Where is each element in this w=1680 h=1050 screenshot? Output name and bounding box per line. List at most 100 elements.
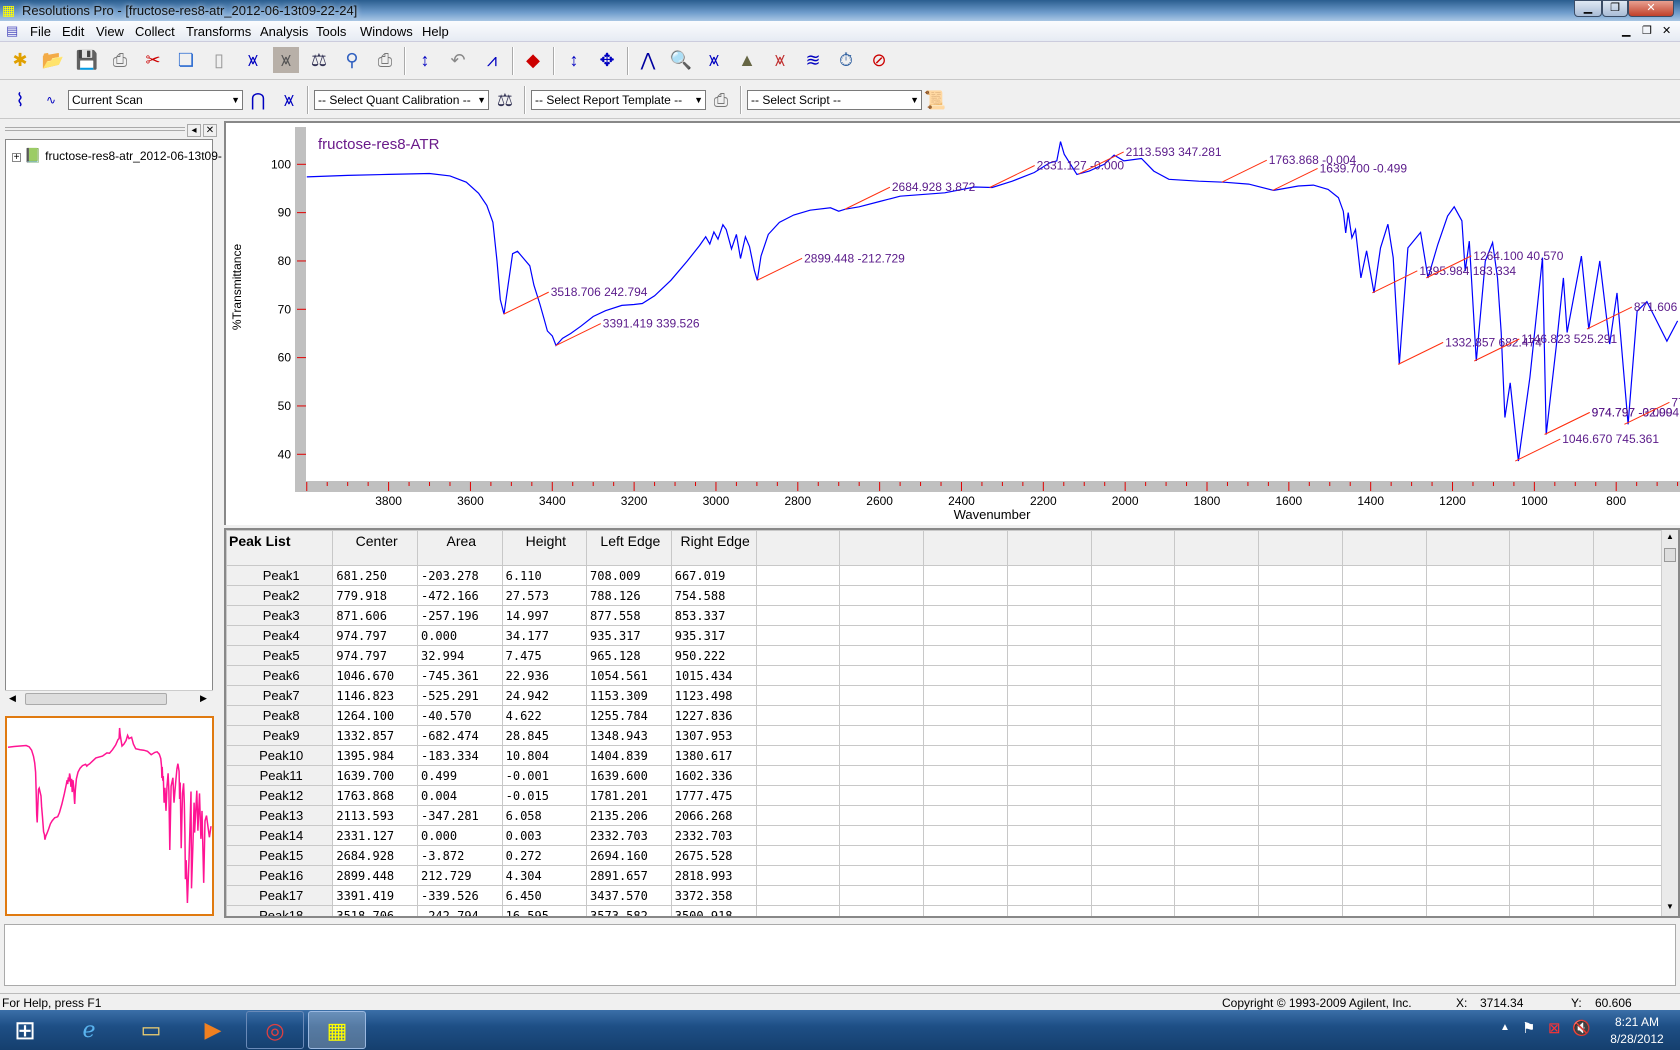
empty-cell[interactable] bbox=[923, 565, 1008, 586]
table-cell[interactable]: 974.797 bbox=[332, 625, 418, 646]
empty-cell[interactable] bbox=[1006, 645, 1092, 666]
empty-cell[interactable] bbox=[1425, 745, 1511, 766]
empty-cell[interactable] bbox=[923, 905, 1008, 916]
close-button[interactable]: ✕ bbox=[1628, 0, 1674, 17]
empty-cell[interactable] bbox=[1341, 845, 1427, 866]
table-cell[interactable]: -3.872 bbox=[416, 845, 503, 866]
action-center-flag-icon[interactable]: ⚑ bbox=[1522, 1019, 1535, 1037]
table-cell[interactable]: 2899.448 bbox=[332, 865, 418, 886]
empty-cell[interactable] bbox=[1258, 725, 1343, 746]
table-cell[interactable]: 1395.984 bbox=[332, 745, 418, 766]
empty-cell[interactable] bbox=[1090, 645, 1176, 666]
table-cell[interactable]: 1781.201 bbox=[586, 785, 672, 806]
table-cell[interactable]: -347.281 bbox=[416, 805, 503, 826]
empty-cell[interactable] bbox=[923, 845, 1008, 866]
empty-cell[interactable] bbox=[1341, 585, 1427, 606]
table-cell[interactable]: 1380.617 bbox=[670, 745, 757, 766]
table-cell[interactable]: 3518.706 bbox=[332, 905, 418, 916]
empty-cell[interactable] bbox=[1090, 865, 1176, 886]
spectrum-chart-pane[interactable]: 40 50 60 70 80 90 100 3800 3600 3400 3200 3000 2800 2… bbox=[224, 121, 1680, 525]
empty-cell[interactable] bbox=[1509, 685, 1595, 706]
empty-cell[interactable] bbox=[839, 765, 925, 786]
resolutions-pro-taskbar-icon[interactable]: ▦ bbox=[308, 1011, 366, 1049]
table-cell[interactable]: 708.009 bbox=[586, 565, 672, 586]
table-cell[interactable]: -242.794 bbox=[416, 905, 503, 916]
column-header[interactable]: Height bbox=[501, 530, 588, 566]
empty-cell[interactable] bbox=[755, 805, 841, 826]
empty-cell[interactable] bbox=[923, 825, 1008, 846]
menu-edit[interactable]: Edit bbox=[62, 24, 84, 39]
table-cell[interactable]: -745.361 bbox=[416, 665, 503, 686]
empty-cell[interactable] bbox=[1425, 585, 1511, 606]
copy-icon[interactable]: ❏ bbox=[173, 47, 199, 73]
scroll-up-icon[interactable]: ▲ bbox=[1666, 532, 1674, 541]
table-cell[interactable]: 1046.670 bbox=[332, 665, 418, 686]
table-cell[interactable]: 0.000 bbox=[416, 625, 503, 646]
baseline-icon[interactable]: ⩙ bbox=[701, 47, 727, 73]
empty-cell[interactable] bbox=[1425, 565, 1511, 586]
diamond-tool-icon[interactable]: ◆ bbox=[520, 47, 546, 73]
empty-cell[interactable] bbox=[755, 845, 841, 866]
table-row[interactable]: Peak17 3391.419 -339.526 6.450 3437.570 3372.… bbox=[226, 885, 1678, 906]
empty-column-header[interactable] bbox=[923, 530, 1008, 566]
empty-cell[interactable] bbox=[1090, 805, 1176, 826]
empty-cell[interactable] bbox=[1425, 725, 1511, 746]
table-cell[interactable]: 212.729 bbox=[416, 865, 503, 886]
empty-cell[interactable] bbox=[839, 745, 925, 766]
print-icon[interactable]: ⎙ bbox=[107, 47, 133, 73]
empty-cell[interactable] bbox=[755, 665, 841, 686]
menu-help[interactable]: Help bbox=[422, 24, 449, 39]
empty-cell[interactable] bbox=[1425, 785, 1511, 806]
cut-icon[interactable]: ✂ bbox=[140, 47, 166, 73]
scale-icon[interactable]: ↕ bbox=[412, 47, 438, 73]
empty-cell[interactable] bbox=[1509, 825, 1595, 846]
empty-cell[interactable] bbox=[1090, 825, 1176, 846]
scroll-left-icon[interactable]: ◀ bbox=[9, 693, 16, 704]
table-cell[interactable]: 22.936 bbox=[501, 665, 588, 686]
column-header[interactable]: Right Edge bbox=[670, 530, 757, 566]
empty-cell[interactable] bbox=[839, 825, 925, 846]
empty-cell[interactable] bbox=[755, 765, 841, 786]
empty-cell[interactable] bbox=[1425, 845, 1511, 866]
table-cell[interactable]: 2818.993 bbox=[670, 865, 757, 886]
empty-cell[interactable] bbox=[923, 865, 1008, 886]
start-button[interactable]: ⊞ bbox=[0, 1011, 50, 1049]
empty-cell[interactable] bbox=[1258, 705, 1343, 726]
row-header[interactable]: Peak7 bbox=[226, 685, 334, 706]
table-cell[interactable]: 7.475 bbox=[501, 645, 588, 666]
empty-cell[interactable] bbox=[1258, 645, 1343, 666]
table-cell[interactable]: 4.622 bbox=[501, 705, 588, 726]
table-cell[interactable]: 4.304 bbox=[501, 865, 588, 886]
table-row[interactable]: Peak4 974.797 0.000 34.177 935.317 935.317 bbox=[226, 625, 1678, 646]
empty-cell[interactable] bbox=[923, 765, 1008, 786]
empty-cell[interactable] bbox=[1341, 745, 1427, 766]
print-report-icon[interactable]: ⎙ bbox=[372, 47, 398, 73]
volume-muted-icon[interactable]: 🔇 bbox=[1572, 1019, 1591, 1037]
empty-cell[interactable] bbox=[1341, 785, 1427, 806]
empty-cell[interactable] bbox=[1258, 685, 1343, 706]
empty-cell[interactable] bbox=[1425, 885, 1511, 906]
empty-cell[interactable] bbox=[1341, 605, 1427, 626]
table-row[interactable]: Peak7 1146.823 -525.291 24.942 1153.309 1123.… bbox=[226, 685, 1678, 706]
table-row[interactable]: Peak10 1395.984 -183.334 10.804 1404.839 1380… bbox=[226, 745, 1678, 766]
table-row[interactable]: Peak6 1046.670 -745.361 22.936 1054.561 1015.… bbox=[226, 665, 1678, 686]
empty-cell[interactable] bbox=[1174, 565, 1260, 586]
empty-cell[interactable] bbox=[1509, 605, 1595, 626]
table-cell[interactable]: 1054.561 bbox=[586, 665, 672, 686]
empty-cell[interactable] bbox=[839, 845, 925, 866]
table-cell[interactable]: 28.845 bbox=[501, 725, 588, 746]
empty-cell[interactable] bbox=[1258, 585, 1343, 606]
table-row[interactable]: Peak12 1763.868 0.004 -0.015 1781.201 1777.47… bbox=[226, 785, 1678, 806]
table-cell[interactable]: 950.222 bbox=[670, 645, 757, 666]
empty-cell[interactable] bbox=[839, 865, 925, 886]
empty-cell[interactable] bbox=[1509, 725, 1595, 746]
table-cell[interactable]: 871.606 bbox=[332, 605, 418, 626]
noise-icon[interactable]: ∿ bbox=[38, 87, 64, 113]
table-cell[interactable]: 0.003 bbox=[501, 825, 588, 846]
empty-column-header[interactable] bbox=[755, 530, 841, 566]
menu-analysis[interactable]: Analysis bbox=[260, 24, 308, 39]
empty-cell[interactable] bbox=[1090, 585, 1176, 606]
empty-cell[interactable] bbox=[1258, 625, 1343, 646]
table-cell[interactable]: 2113.593 bbox=[332, 805, 418, 826]
table-cell[interactable]: 853.337 bbox=[670, 605, 757, 626]
